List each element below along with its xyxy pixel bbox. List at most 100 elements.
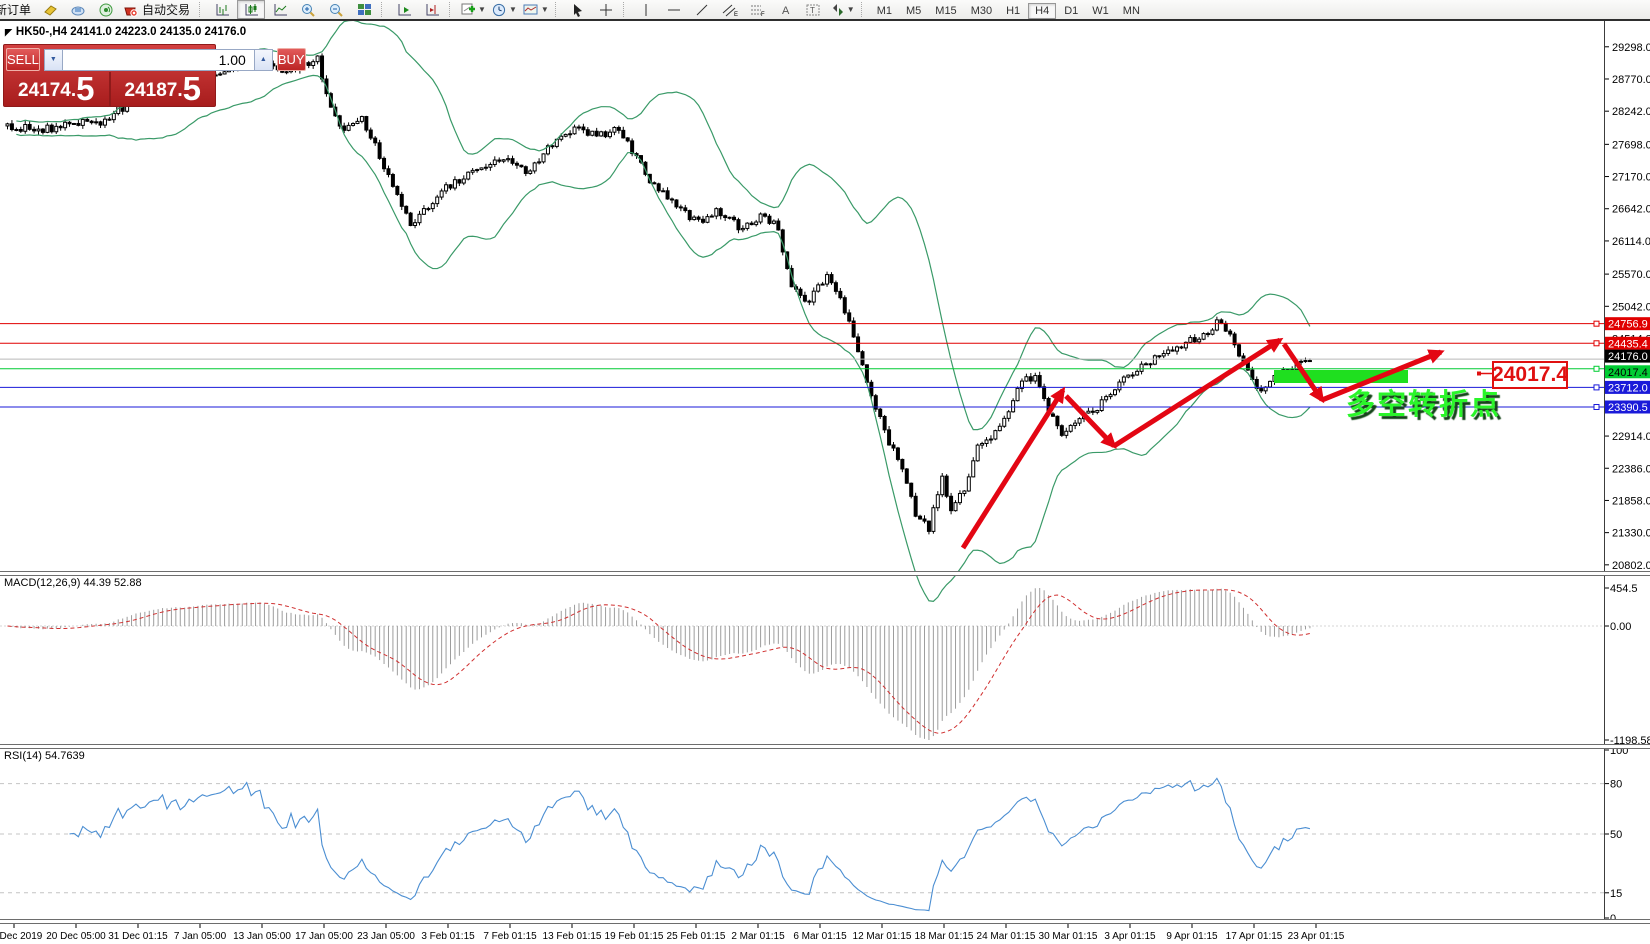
timeframe-M15[interactable]: M15 [929,4,962,18]
x-axis-label: 19 Feb 01:15 [605,931,664,942]
vertical-line-icon [645,3,647,16]
horizontal-line-button[interactable] [661,1,687,18]
bar-chart-button[interactable] [209,1,235,18]
sell-price-main: 24174 [18,80,71,101]
fibonacci-button[interactable]: F [745,1,771,18]
timeframe-W1[interactable]: W1 [1086,4,1115,18]
cursor-icon [574,3,583,17]
channel-icon: E [722,4,738,17]
periods-button[interactable]: ▼ [490,1,519,18]
y-axis-tick: 26114.0 [1612,236,1650,248]
volume-input[interactable] [62,48,254,71]
line-chart-button[interactable] [267,1,293,18]
candlestick-chart-icon [245,3,258,15]
crosshair-button[interactable] [593,1,619,18]
x-axis-label: 20 Dec 05:00 [46,931,106,942]
y-axis-tick: 28242.0 [1612,106,1650,118]
signals-icon-button[interactable] [93,1,119,18]
templates-button[interactable]: ▼ [521,1,551,18]
candlestick-chart-button[interactable] [237,0,266,19]
zoom-in-button[interactable] [295,1,321,18]
vertical-line-button[interactable] [633,1,659,18]
main-toolbar: 新订单 自动交易 ▼ ▼ ▼ E F A T ▼ M1M5M15M30H1H4D… [0,0,1650,21]
autotrading-icon [124,7,138,17]
rsi-axis-label: 50 [1610,829,1622,841]
volume-decrease-button[interactable]: ▼ [43,48,63,71]
buy-price[interactable]: 24187. 5 [111,72,216,106]
zoom-out-button[interactable] [323,1,349,18]
y-axis-tick: 27698.0 [1612,139,1650,151]
pane-divider-macd[interactable] [0,571,1650,576]
autotrading-button[interactable]: 自动交易 [121,1,195,18]
timeframe-MN[interactable]: MN [1117,4,1146,18]
y-axis-tick: 21858.0 [1612,495,1650,507]
volume-increase-button[interactable]: ▲ [253,48,273,71]
dropdown-caret: ▼ [846,5,855,14]
cursor-button[interactable] [565,1,591,18]
trend-arrows[interactable] [960,337,1492,550]
price-level-label: 23712.0 [1608,382,1648,394]
text-label-button[interactable]: T [801,1,827,18]
sell-button[interactable]: SELL [6,48,40,71]
cloud-icon [71,6,85,16]
tile-windows-button[interactable] [351,1,377,18]
tile-windows-icon [357,3,371,15]
collapse-panel-icon[interactable]: ◤ [5,27,12,37]
price-level-label: 23390.5 [1608,402,1648,414]
timeframe-M5[interactable]: M5 [900,4,927,18]
x-axis-label: 24 Mar 01:15 [977,931,1036,942]
market-watch-icon[interactable] [37,1,63,18]
arrows-button[interactable]: ▼ [829,1,857,18]
svg-text:A: A [782,5,790,17]
timeframe-D1[interactable]: D1 [1058,4,1084,18]
chart-shift-icon [426,3,439,15]
trendline-icon [696,4,708,15]
svg-text:E: E [734,12,738,17]
text-button[interactable]: A [773,1,799,18]
timeframe-switcher: M1 M5 M15 M30 H1 H4 D1 W1 MN [870,1,1147,19]
text-label-icon: T [806,4,820,15]
bollinger-bands [16,19,1311,602]
x-axis-label: 13 Jan 05:00 [233,931,291,942]
equidistant-channel-button[interactable]: E [717,1,743,18]
chart-canvas[interactable]: 29298.0 28770.0 28242.0 27698.0 27170.0 26642… [0,0,1650,944]
y-axis-tick: 29298.0 [1612,42,1650,54]
x-axis-label: 3 Apr 01:15 [1104,931,1156,942]
dropdown-caret: ▼ [478,5,486,14]
indicator-axis-labels: 454.50.00-1198.581008050150 [1604,583,1650,925]
price-level-box[interactable]: 24017.4 [1492,361,1568,389]
timeframe-H4[interactable]: H4 [1028,2,1057,19]
one-click-trading-panel: SELL ▼ ▲ BUY 24174.5 24187.5 [3,44,306,107]
new-chart-button[interactable]: ▼ [459,1,488,18]
price-level-label: 24017.4 [1608,367,1648,379]
sell-price[interactable]: 24174. 5 [4,72,109,106]
auto-scroll-button[interactable] [391,1,417,18]
timeframe-M1[interactable]: M1 [871,4,898,18]
svg-text:T: T [810,6,815,15]
chart-shift-button[interactable] [419,1,445,18]
x-axis-label: 17 Apr 01:15 [1226,931,1283,942]
new-order-button[interactable]: 新订单 [0,1,33,18]
trendline-button[interactable] [689,1,715,18]
rsi-axis-label: 80 [1610,779,1622,791]
pane-divider-bottom [0,919,1650,924]
zoom-out-icon [329,3,343,17]
toolbar-separator [622,2,629,17]
sell-price-fraction: 5 [76,70,95,107]
toolbar-separator [554,2,561,17]
y-axis-tick: 25042.0 [1612,301,1650,313]
community-icon[interactable] [65,1,91,18]
horizontal-line-icon [667,9,680,10]
pane-divider-rsi[interactable] [0,744,1650,749]
line-chart-icon [274,3,287,15]
template-icon [523,4,538,14]
price-axis-labels: 29298.0 28770.0 28242.0 27698.0 27170.0 26642… [1604,42,1650,572]
timeframe-M30[interactable]: M30 [965,4,998,18]
timeframe-H1[interactable]: H1 [1000,4,1026,18]
x-axis-label: 7 Jan 05:00 [174,931,227,942]
macd-axis-label: 0.00 [1610,621,1631,633]
buy-button[interactable]: BUY [276,48,306,71]
candles [5,53,1312,535]
toolbar-separator [860,2,867,17]
dropdown-caret: ▼ [508,5,517,14]
